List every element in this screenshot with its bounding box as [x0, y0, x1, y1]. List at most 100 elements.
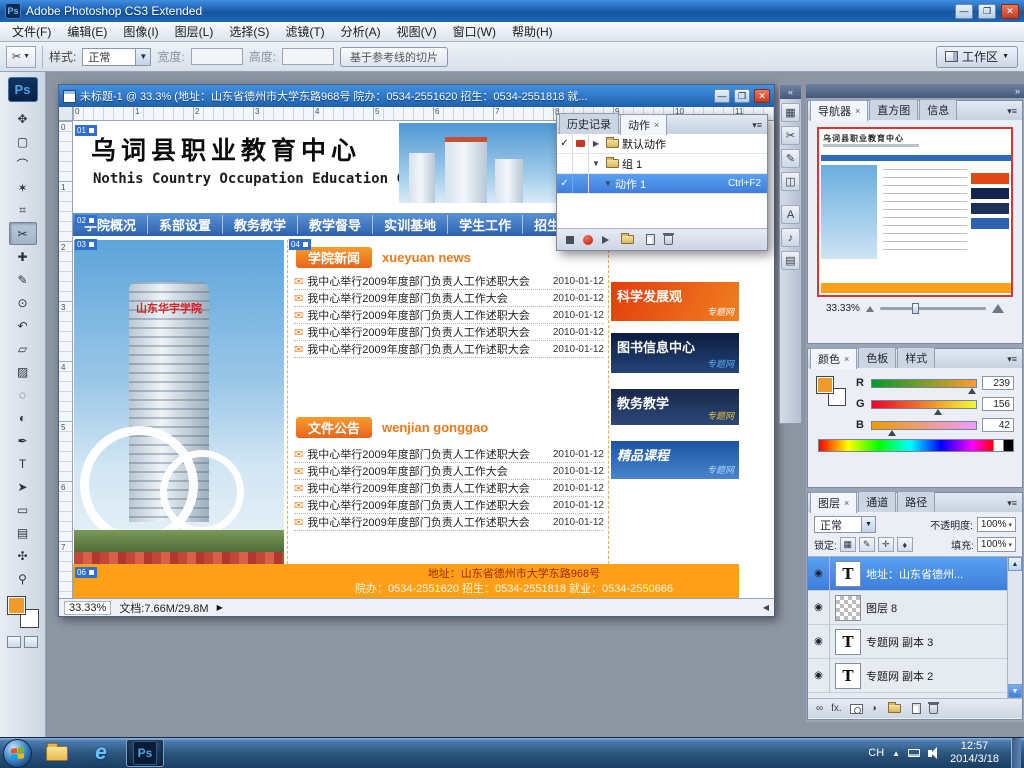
notice-item[interactable]: ✉ 我中心举行2009年度部门负责人工作述职大会 2010-01-12 — [294, 446, 604, 463]
layer-row[interactable]: ◉ 图层 8 — [808, 591, 1022, 625]
menu-window[interactable]: 窗口(W) — [445, 22, 504, 41]
delete-button[interactable] — [663, 232, 674, 245]
dock-collapse-header[interactable]: « — [780, 85, 801, 99]
nav-item[interactable]: 系部设置 — [148, 215, 224, 234]
tab-close-icon[interactable]: × — [844, 498, 849, 508]
lock-transparency-button[interactable]: ▦ — [839, 537, 856, 552]
notice-item[interactable]: ✉ 我中心举行2009年度部门负责人工作大会 2010-01-12 — [294, 463, 604, 480]
scroll-up-arrow[interactable]: ▲ — [1008, 557, 1022, 571]
zoom-out-icon[interactable] — [865, 305, 874, 312]
menu-analysis[interactable]: 分析(A) — [333, 22, 389, 41]
news-item[interactable]: ✉ 我中心举行2009年度部门负责人工作述职大会 2010-01-12 — [294, 341, 604, 358]
magic-wand-tool[interactable]: ✶ — [9, 176, 37, 199]
visibility-eye-icon[interactable]: ◉ — [808, 659, 830, 692]
zoom-field[interactable]: 33.33% — [64, 600, 112, 615]
notice-item[interactable]: ✉ 我中心举行2009年度部门负责人工作述职大会 2010-01-12 — [294, 480, 604, 497]
menu-view[interactable]: 视图(V) — [389, 22, 445, 41]
delete-layer-button[interactable] — [927, 701, 939, 714]
scroll-down-arrow[interactable]: ▼ — [1008, 684, 1022, 698]
blend-mode-dropdown[interactable]: 正常 ▼ — [814, 516, 876, 533]
collapsed-panel-icon-3[interactable]: ✎ — [781, 149, 800, 168]
green-slider[interactable] — [871, 399, 977, 415]
action-row-selected[interactable]: ✓ ▼ 动作 1 Ctrl+F2 — [557, 174, 767, 194]
news-item[interactable]: ✉ 我中心举行2009年度部门负责人工作大会 2010-01-12 — [294, 290, 604, 307]
new-group-button[interactable] — [887, 702, 901, 713]
visibility-eye-icon[interactable]: ◉ — [808, 557, 830, 590]
text-layer-thumbnail[interactable]: T — [835, 662, 861, 689]
slice-badge[interactable]: 01 — [75, 125, 97, 136]
action-set-row[interactable]: ✓ ▶ 默认动作 — [557, 134, 767, 154]
slider-marker[interactable] — [887, 429, 896, 436]
lock-position-button[interactable]: ✛ — [877, 537, 894, 552]
green-value-field[interactable]: 156 — [982, 397, 1014, 411]
shape-tool[interactable]: ▭ — [9, 498, 37, 521]
menu-image[interactable]: 图像(I) — [115, 22, 166, 41]
type-tool[interactable]: T — [9, 452, 37, 475]
panel-menu-icon[interactable]: ▾≡ — [1004, 354, 1020, 365]
slice-badge[interactable]: 04 — [289, 239, 311, 250]
menu-edit[interactable]: 编辑(E) — [59, 22, 115, 41]
start-button[interactable] — [3, 738, 32, 768]
tab-histogram[interactable]: 直方图 — [869, 99, 919, 120]
text-layer-thumbnail[interactable]: T — [835, 628, 861, 655]
collapsed-panel-icon-1[interactable]: ▦ — [781, 103, 800, 122]
doc-restore-button[interactable]: ❐ — [734, 89, 750, 103]
panel-menu-icon[interactable]: ▾≡ — [1004, 106, 1020, 117]
path-select-tool[interactable]: ➤ — [9, 475, 37, 498]
scroll-arrow-icon[interactable]: ◀ — [763, 603, 769, 612]
menu-layer[interactable]: 图层(L) — [167, 22, 222, 41]
modal-control-toggle[interactable] — [573, 134, 589, 153]
status-flyout-arrow[interactable]: ▶ — [217, 603, 223, 612]
lasso-tool[interactable]: ⌒ — [9, 153, 37, 176]
brush-tool[interactable]: ✎ — [9, 268, 37, 291]
red-value-field[interactable]: 239 — [982, 376, 1014, 390]
layer-style-button[interactable]: fx. — [831, 703, 842, 714]
ie-taskbar-button[interactable]: e — [82, 739, 120, 767]
menu-help[interactable]: 帮助(H) — [504, 22, 561, 41]
gradient-tool[interactable]: ▨ — [9, 360, 37, 383]
clone-stamp-tool[interactable]: ⊙ — [9, 291, 37, 314]
notes-tool[interactable]: ▤ — [9, 521, 37, 544]
menu-filter[interactable]: 滤镜(T) — [277, 22, 332, 41]
hand-tool[interactable]: ✣ — [9, 544, 37, 567]
photoshop-taskbar-button[interactable]: Ps — [126, 739, 164, 767]
zoom-in-icon[interactable] — [992, 304, 1004, 313]
history-brush-tool[interactable]: ↶ — [9, 314, 37, 337]
blue-value-field[interactable]: 42 — [982, 418, 1014, 432]
notice-item[interactable]: ✉ 我中心举行2009年度部门负责人工作述职大会 2010-01-12 — [294, 497, 604, 514]
slice-badge[interactable]: 03 — [75, 239, 97, 250]
tab-close-icon[interactable]: × — [654, 120, 659, 130]
record-button[interactable] — [583, 234, 593, 245]
tab-paths[interactable]: 路径 — [897, 491, 936, 512]
explorer-taskbar-button[interactable] — [38, 739, 76, 767]
collapsed-panel-icon-5[interactable]: A — [781, 205, 800, 224]
news-item[interactable]: ✉ 我中心举行2009年度部门负责人工作述职大会 2010-01-12 — [294, 307, 604, 324]
action-set-row[interactable]: ▼ 组 1 — [557, 154, 767, 174]
news-item[interactable]: ✉ 我中心举行2009年度部门负责人工作述职大会 2010-01-12 — [294, 273, 604, 290]
news-item[interactable]: ✉ 我中心举行2009年度部门负责人工作述职大会 2010-01-12 — [294, 324, 604, 341]
new-layer-button[interactable] — [911, 703, 921, 714]
red-slider[interactable] — [871, 378, 977, 394]
doc-close-button[interactable]: ✕ — [754, 89, 770, 103]
clock[interactable]: 12:57 2014/3/18 — [944, 740, 1005, 766]
slider-marker[interactable] — [934, 408, 943, 415]
healing-brush-tool[interactable]: ✚ — [9, 245, 37, 268]
quick-mask-button[interactable] — [7, 636, 21, 648]
fill-field[interactable]: 100% ▾ — [976, 537, 1016, 552]
slice-badge[interactable]: 06 — [75, 567, 97, 578]
slice-badge[interactable]: 02 — [75, 215, 97, 226]
crop-tool[interactable]: ⌗ — [9, 199, 37, 222]
tab-navigator[interactable]: 导航器 × — [810, 100, 869, 121]
foreground-color-swatch[interactable] — [816, 376, 834, 394]
style-dropdown[interactable]: 正常 ▼ — [82, 47, 152, 66]
include-checkmark[interactable]: ✓ — [557, 134, 573, 153]
blue-slider[interactable] — [871, 420, 977, 436]
color-spectrum-ramp[interactable] — [818, 439, 1014, 452]
banner-library-info-center[interactable]: 图书信息中心 专题网 — [611, 333, 739, 373]
play-button[interactable] — [602, 235, 609, 244]
notice-item[interactable]: ✉ 我中心举行2009年度部门负责人工作述职大会 2010-01-12 — [294, 514, 604, 531]
text-layer-thumbnail[interactable]: T — [835, 560, 861, 587]
hidden-icons-chevron[interactable]: ▲ — [892, 749, 900, 758]
tab-history[interactable]: 历史记录 — [559, 113, 619, 134]
nav-item[interactable]: 教学督导 — [298, 215, 374, 234]
